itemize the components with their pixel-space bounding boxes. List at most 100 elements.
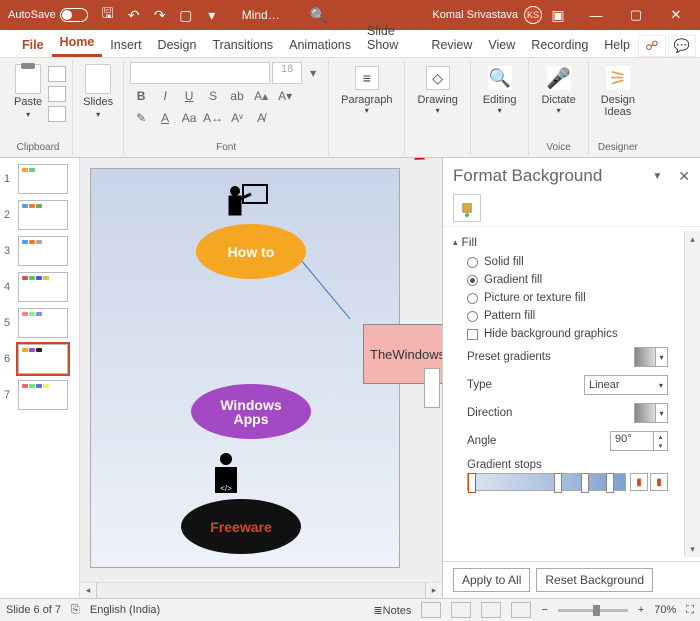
slide-thumb-3[interactable] [18,236,68,266]
editing-button[interactable]: 🔍 Editing ▾ [477,62,523,119]
apply-to-all-button[interactable]: Apply to All [453,568,530,592]
spellcheck-icon[interactable]: ⎘ [71,604,80,617]
type-dropdown[interactable]: Linear▾ [584,375,668,395]
zoom-level[interactable]: 70% [654,604,676,616]
direction-dropdown[interactable]: ▾ [634,403,668,423]
slides-button[interactable]: Slides ▾ [79,62,117,121]
slide-thumb-1[interactable] [18,164,68,194]
dictate-button[interactable]: 🎤 Dictate ▾ [535,62,581,119]
tab-view[interactable]: View [480,33,523,57]
underline-button[interactable]: U [178,86,200,106]
share-icon[interactable]: ☍ [638,35,666,57]
clear-format-icon[interactable]: A̸ [250,108,272,128]
scroll-left-icon[interactable]: ◂ [80,583,96,598]
slide-thumb-6[interactable] [18,344,68,374]
option-gradient-fill[interactable]: Gradient fill [453,271,686,289]
slide-thumb-5[interactable] [18,308,68,338]
tab-file[interactable]: File [14,33,52,57]
strike-button[interactable]: ab [226,86,248,106]
zoom-out-icon[interactable]: − [541,604,547,616]
gradient-stops-track[interactable] [467,473,626,491]
pane-options-icon[interactable]: ▼ [652,171,662,182]
pane-scrollbar[interactable]: ▴▾ [684,231,700,557]
node-howto[interactable]: How to [196,224,306,279]
scroll-right-icon[interactable]: ▸ [426,583,442,598]
minimize-icon[interactable]: — [576,0,616,30]
slide-indicator[interactable]: Slide 6 of 7 [6,604,61,616]
zoom-slider[interactable] [558,609,628,612]
paragraph-button[interactable]: ≡ Paragraph ▾ [335,62,398,119]
remove-stop-icon[interactable]: ▮ [650,473,668,491]
gradient-stop-handle[interactable] [581,473,589,493]
tab-design[interactable]: Design [150,33,205,57]
option-pattern-fill[interactable]: Pattern fill [453,307,686,325]
gradient-stop-handle[interactable] [468,473,476,493]
tab-review[interactable]: Review [423,33,480,57]
tab-slideshow[interactable]: Slide Show [359,19,423,57]
notes-button[interactable]: ≣Notes [373,604,411,617]
search-icon[interactable]: 🔍 [310,7,327,24]
font-color-icon[interactable]: A [154,108,176,128]
option-hide-graphics[interactable]: Hide background graphics [453,325,686,343]
preset-gradients-dropdown[interactable]: ▾ [634,347,668,367]
tab-animations[interactable]: Animations [281,33,359,57]
start-from-beginning-icon[interactable]: ▢ [176,5,196,25]
node-freeware[interactable]: Freeware [181,499,301,554]
slide-thumb-2[interactable] [18,200,68,230]
display-options-icon[interactable]: ▣ [548,5,568,25]
increase-font-icon[interactable]: A▴ [250,86,272,106]
decrease-font-icon[interactable]: A▾ [274,86,296,106]
undo-icon[interactable]: ↶ [124,5,144,25]
save-icon[interactable]: 🖫 [98,5,118,25]
redo-icon[interactable]: ↷ [150,5,170,25]
node-windows-apps[interactable]: Windows Apps [191,384,311,439]
autosave-toggle[interactable]: AutoSave [8,8,88,22]
close-icon[interactable]: ✕ [656,0,696,30]
tab-home[interactable]: Home [52,30,103,57]
sorter-view-icon[interactable] [451,602,471,618]
section-fill[interactable]: Fill [453,231,686,253]
qat-dropdown-icon[interactable]: ▾ [202,5,222,25]
option-solid-fill[interactable]: Solid fill [453,253,686,271]
gradient-stop-handle[interactable] [554,473,562,493]
gradient-stop-handle[interactable] [606,473,614,493]
design-ideas-button[interactable]: ⚞ Design Ideas [595,62,641,122]
tab-recording[interactable]: Recording [523,33,596,57]
tab-insert[interactable]: Insert [102,33,149,57]
italic-button[interactable]: I [154,86,176,106]
char-spacing-icon[interactable]: A↔ [202,108,224,128]
font-name-input[interactable] [130,62,270,84]
slide-thumb-7[interactable] [18,380,68,410]
bold-button[interactable]: B [130,86,152,106]
slide-thumb-4[interactable] [18,272,68,302]
horizontal-scrollbar[interactable]: ◂▸ [80,582,442,598]
option-picture-fill[interactable]: Picture or texture fill [453,289,686,307]
angle-spinner[interactable]: 90°▴▾ [610,431,668,451]
shadow-button[interactable]: S [202,86,224,106]
maximize-icon[interactable]: ▢ [616,0,656,30]
reading-view-icon[interactable] [481,602,501,618]
copy-icon[interactable] [48,86,66,102]
fill-category-icon[interactable] [453,194,481,222]
slide-canvas[interactable]: How to TheWindows Windows Apps </> Freew… [90,168,400,568]
zoom-in-icon[interactable]: + [638,604,644,616]
add-stop-icon[interactable]: ▮ [630,473,648,491]
cut-icon[interactable] [48,66,66,82]
font-dropdown-icon[interactable]: ▾ [304,64,322,82]
paste-button[interactable]: Paste ▾ [10,62,46,122]
fit-to-window-icon[interactable]: ⛶ [686,604,694,617]
tab-help[interactable]: Help [596,33,638,57]
language-indicator[interactable]: English (India) [90,604,160,616]
comments-icon[interactable]: 💬 [668,35,696,57]
font-size-input[interactable]: 18 [272,62,302,84]
drawing-button[interactable]: ◇ Drawing ▾ [411,62,463,119]
text-placeholder[interactable] [424,368,440,408]
normal-view-icon[interactable] [421,602,441,618]
format-painter-icon[interactable] [48,106,66,122]
tab-transitions[interactable]: Transitions [204,33,281,57]
user-account[interactable]: Komal Srivastava KS ▣ [432,5,568,25]
reset-background-button[interactable]: Reset Background [536,568,653,592]
highlight-icon[interactable]: ✎ [130,108,152,128]
slideshow-view-icon[interactable] [511,602,531,618]
superscript-icon[interactable]: Aᵛ [226,108,248,128]
